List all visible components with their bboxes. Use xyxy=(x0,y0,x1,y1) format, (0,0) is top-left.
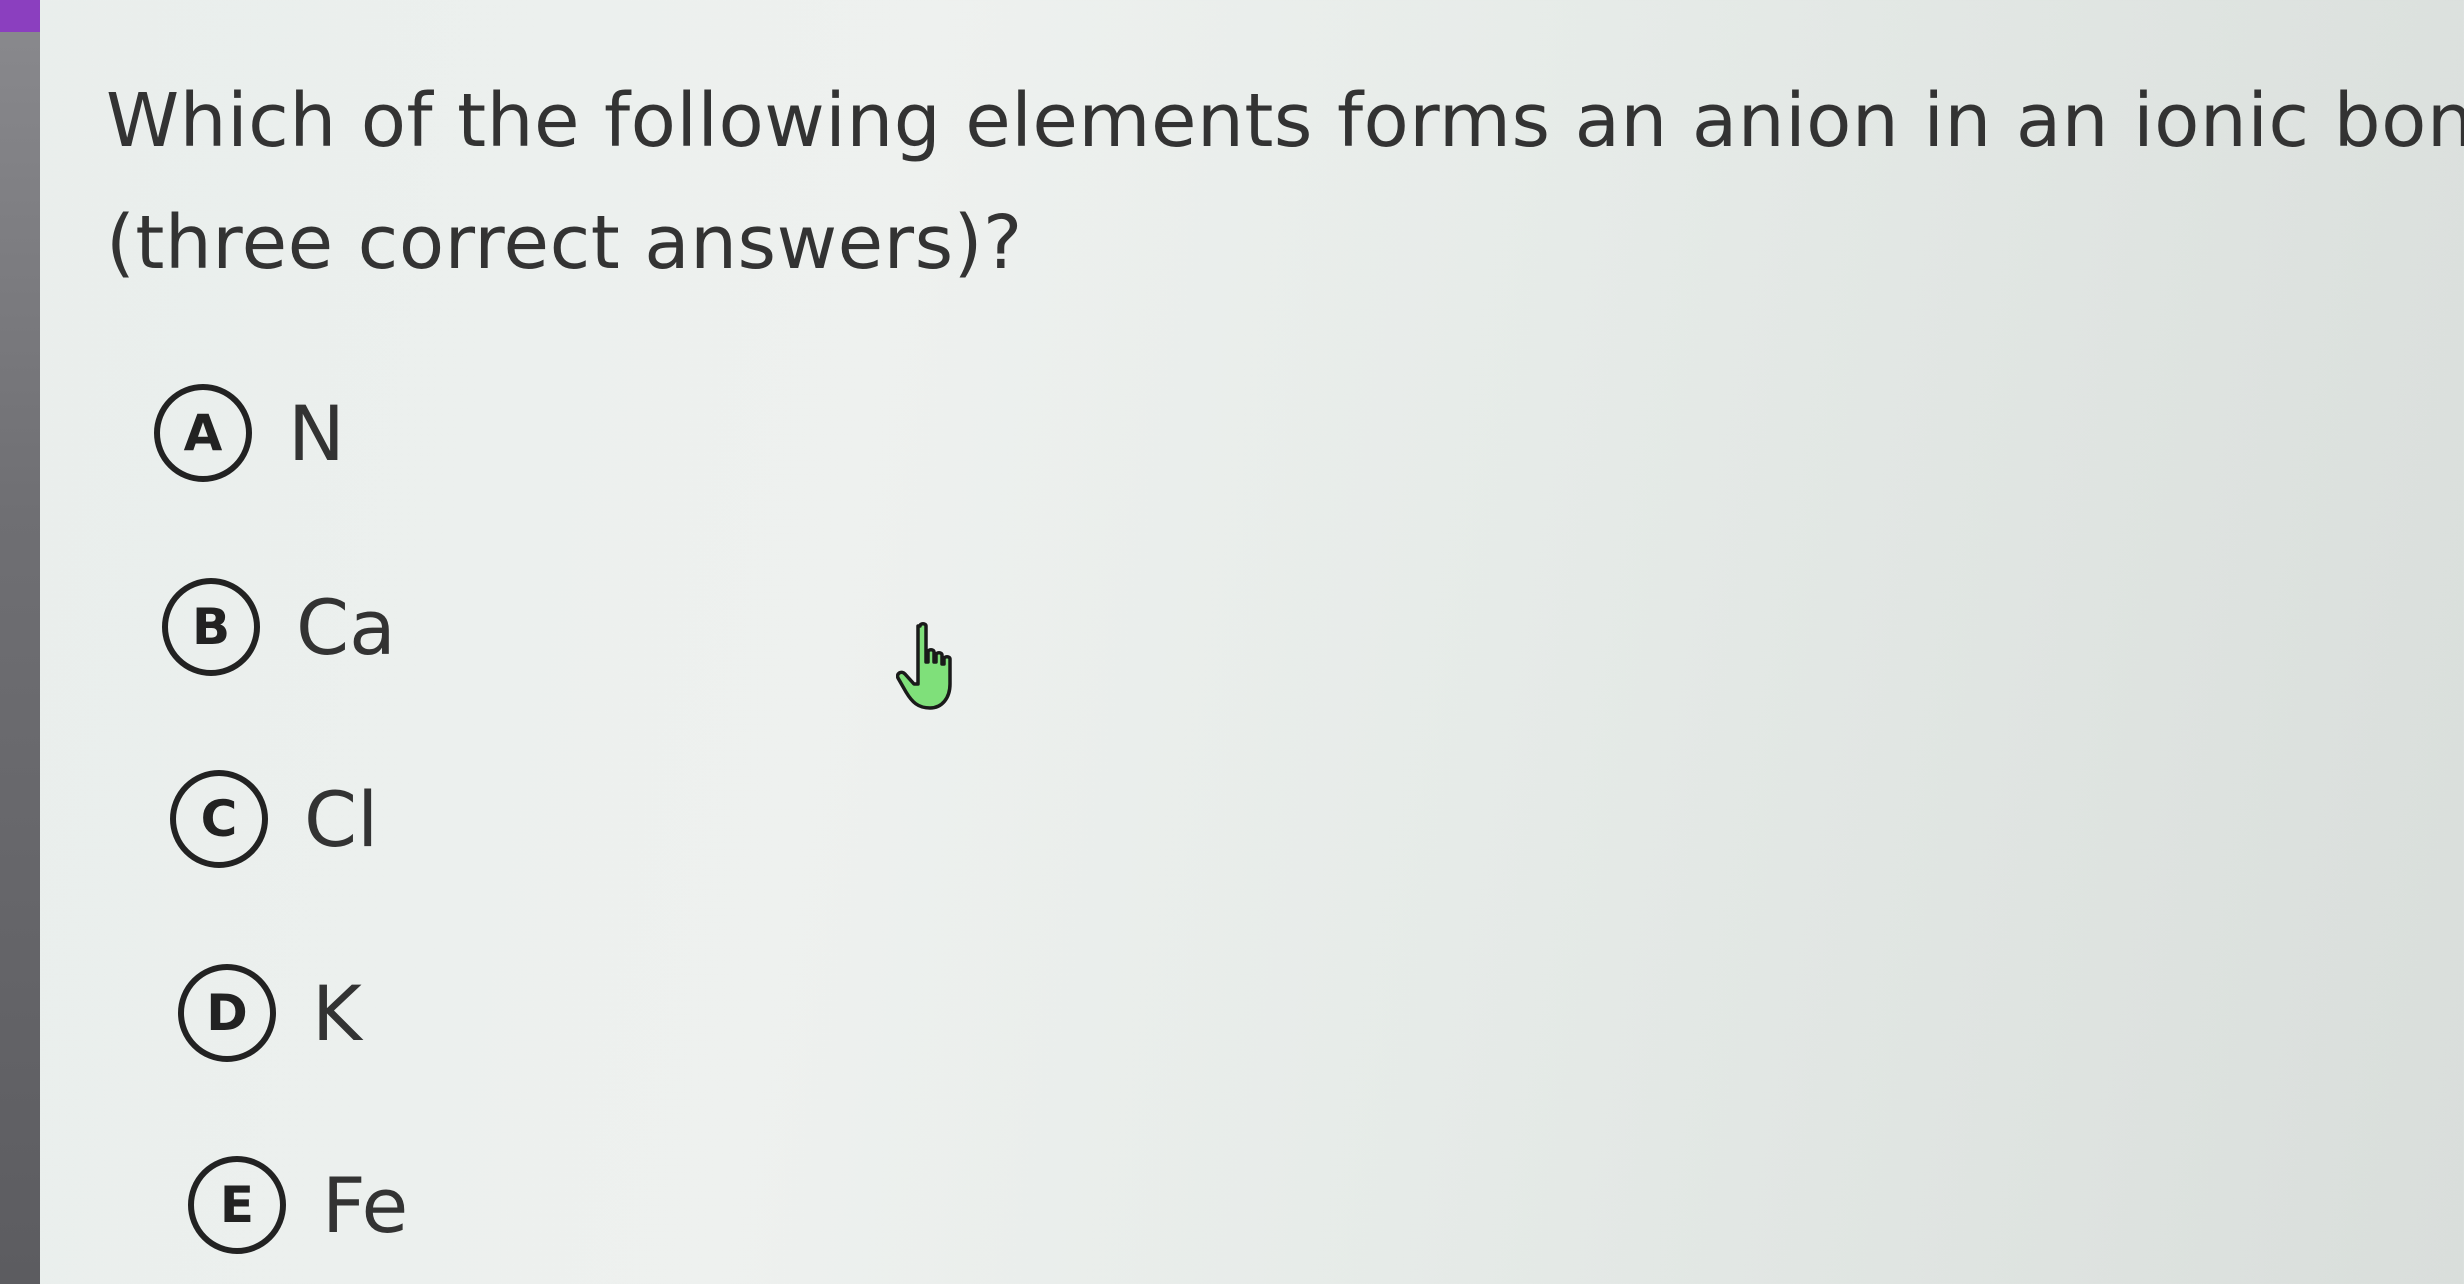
option-e-letter-badge: E xyxy=(188,1156,286,1254)
option-a-label: N xyxy=(288,388,345,478)
option-c[interactable]: C Cl xyxy=(170,764,378,874)
option-e-label: Fe xyxy=(322,1160,409,1250)
question-line-1: Which of the following elements forms an… xyxy=(106,78,2464,164)
option-d-letter-badge: D xyxy=(178,964,276,1062)
option-a-letter-badge: A xyxy=(154,384,252,482)
option-d[interactable]: D K xyxy=(178,958,362,1068)
option-a[interactable]: A N xyxy=(154,378,345,488)
option-c-label: Cl xyxy=(304,774,379,864)
option-b-letter-badge: B xyxy=(162,578,260,676)
left-sidebar-edge xyxy=(0,0,40,1284)
question-line-2: (three correct answers)? xyxy=(106,200,1023,286)
option-c-letter-badge: C xyxy=(170,770,268,868)
accent-tab xyxy=(0,0,40,32)
option-d-label: K xyxy=(312,968,362,1058)
hand-pointer-icon xyxy=(896,622,952,710)
option-b[interactable]: B Ca xyxy=(162,572,396,682)
option-e[interactable]: E Fe xyxy=(188,1150,408,1260)
option-b-label: Ca xyxy=(296,582,396,672)
question-text: Which of the following elements forms an… xyxy=(106,60,2464,304)
